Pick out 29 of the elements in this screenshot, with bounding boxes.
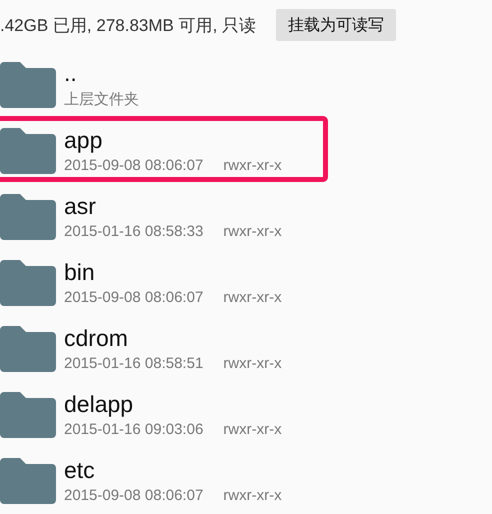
modified-date: 2015-01-16 09:03:06 (64, 421, 204, 438)
folder-name[interactable]: bin (64, 260, 282, 286)
folder-icon (0, 192, 56, 242)
permissions-text: rwxr-xr-x (223, 223, 282, 240)
permissions-text: rwxr-xr-x (223, 421, 282, 438)
modified-date: 2015-01-16 08:58:33 (64, 223, 204, 240)
permissions-text: rwxr-xr-x (223, 157, 282, 174)
folder-name[interactable]: asr (64, 194, 282, 220)
modified-date: 2015-09-08 08:06:07 (64, 289, 204, 306)
mount-button[interactable]: 挂载为可读写 (276, 9, 396, 41)
permissions-text: rwxr-xr-x (223, 289, 282, 306)
folder-name[interactable]: app (64, 128, 282, 154)
permissions-text: rwxr-xr-x (223, 487, 282, 504)
modified-date: 2015-09-08 08:06:07 (64, 157, 204, 174)
folder-name[interactable]: .. (64, 60, 139, 86)
modified-date: 2015-09-08 08:06:07 (64, 487, 204, 504)
folder-icon (0, 126, 56, 176)
folder-icon (0, 456, 56, 506)
modified-date: 2015-01-16 08:58:51 (64, 355, 204, 372)
folder-icon (0, 390, 56, 440)
folder-description: 上层文件夹 (64, 90, 139, 110)
folder-name[interactable]: delapp (64, 392, 282, 418)
folder-name[interactable]: cdrom (64, 326, 282, 352)
permissions-text: rwxr-xr-x (223, 355, 282, 372)
folder-icon (0, 324, 56, 374)
folder-icon (0, 258, 56, 308)
folder-name[interactable]: etc (64, 458, 282, 484)
storage-info: .42GB 已用, 278.83MB 可用, 只读 (0, 14, 256, 36)
folder-icon (0, 60, 56, 110)
